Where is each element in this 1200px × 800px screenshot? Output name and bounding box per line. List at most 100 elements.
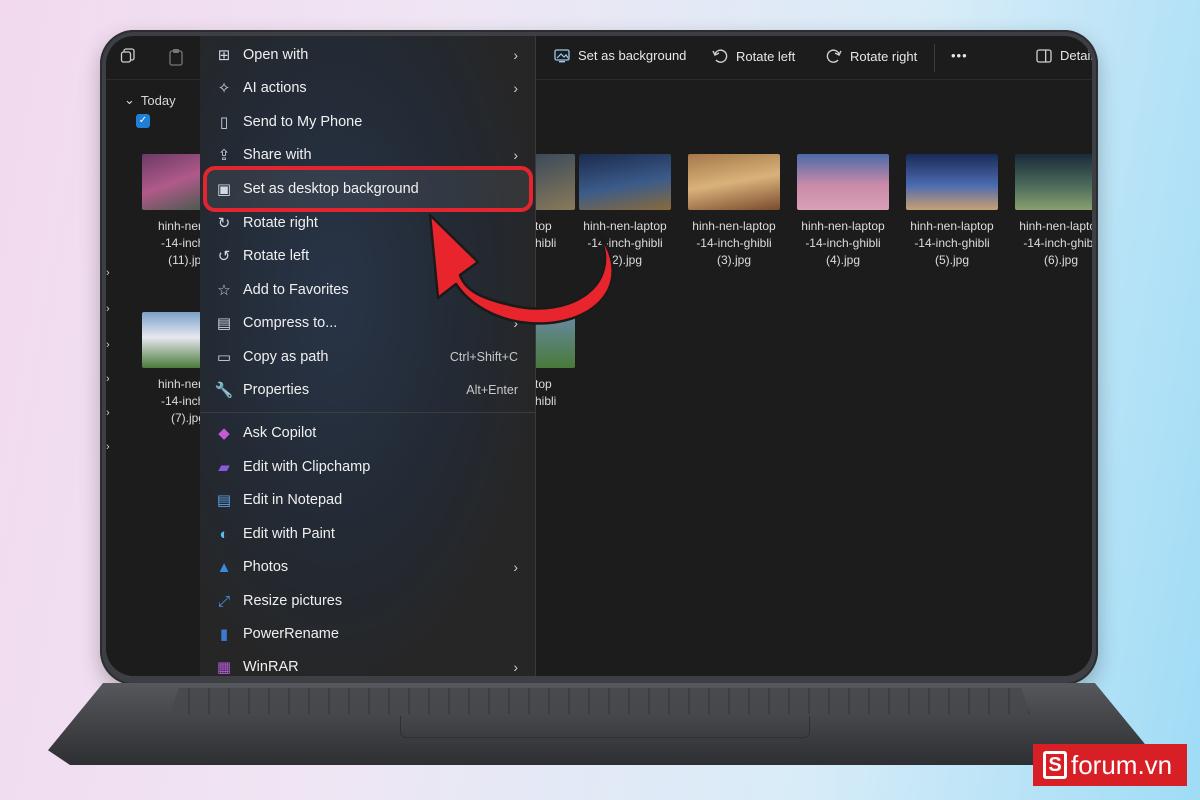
rotate-left-icon	[712, 49, 728, 63]
paste-icon[interactable]	[168, 48, 184, 66]
menu-item-label: Rotate right	[243, 215, 318, 231]
rotate-left-button[interactable]: Rotate left	[712, 48, 795, 64]
menu-item-label: Properties	[243, 382, 310, 398]
file-tile[interactable]: hinh-nen-laptop -14-inch-ghibli (5).jpg	[902, 154, 1002, 269]
resize-icon: ⤢	[217, 592, 230, 610]
menu-item-add-to-favorites[interactable]: ☆ Add to Favorites	[200, 273, 536, 307]
menu-item-rotate-left[interactable]: ↺ Rotate left	[200, 239, 536, 273]
menu-item-winrar[interactable]: ▦ WinRAR ›	[200, 650, 536, 684]
menu-item-photos[interactable]: ▲ Photos ›	[200, 550, 536, 584]
menu-item-label: Resize pictures	[243, 593, 343, 609]
menu-item-label: Rotate left	[243, 248, 310, 264]
menu-item-label: Compress to...	[243, 315, 338, 331]
shortcut-label: Ctrl+Shift+C	[449, 350, 518, 364]
file-name: hinh-nen-laptop -14-inch-ghibli (6).jpg	[1019, 219, 1092, 267]
chevron-right-icon: ›	[513, 47, 518, 63]
menu-item-edit-in-notepad[interactable]: ▤ Edit in Notepad	[200, 483, 536, 517]
rotate-right-icon	[826, 49, 842, 63]
details-pane-label: Details	[1060, 48, 1092, 63]
file-name: hinh-nen-laptop -14-inch-ghibli (3).jpg	[692, 219, 776, 267]
copy-path-icon: ▭	[216, 349, 232, 366]
sparkle-icon: ✧	[217, 80, 231, 97]
compress-icon: ▤	[216, 315, 232, 332]
more-options-icon[interactable]: •••	[951, 48, 968, 63]
group-header-label: Today	[140, 92, 176, 108]
laptop-keyboard	[170, 688, 1030, 714]
file-tile[interactable]: hinh-nen-laptop -14-inch-ghibli (2).jpg	[575, 154, 675, 269]
group-header-today[interactable]: ⌄ Today	[124, 92, 176, 108]
chevron-right-icon: ›	[513, 147, 518, 163]
rotate-left-label: Rotate left	[736, 48, 796, 64]
details-pane-icon	[1036, 48, 1052, 63]
chevron-right-icon[interactable]: ›	[106, 303, 110, 315]
chevron-right-icon[interactable]: ›	[106, 339, 110, 351]
menu-item-send-to-phone[interactable]: ▯ Send to My Phone	[200, 105, 536, 139]
thumbnail-image	[579, 154, 671, 210]
menu-item-label: Send to My Phone	[243, 114, 363, 130]
menu-divider	[200, 412, 536, 413]
menu-item-label: Add to Favorites	[243, 282, 349, 298]
shortcut-label: Alt+Enter	[466, 383, 518, 397]
laptop-touchpad	[400, 716, 810, 738]
set-as-background-button[interactable]: Set as background	[554, 48, 686, 63]
set-background-icon	[554, 48, 570, 62]
photos-icon: ▲	[216, 558, 232, 576]
menu-item-label: AI actions	[243, 80, 307, 96]
menu-item-copy-as-path[interactable]: ▭ Copy as path Ctrl+Shift+C	[200, 340, 536, 374]
copy-icon[interactable]	[120, 48, 136, 64]
selected-checkbox[interactable]: ✓	[136, 114, 150, 128]
thumbnail-image	[797, 154, 889, 210]
chevron-right-icon[interactable]: ›	[106, 267, 110, 279]
set-as-background-label: Set as background	[578, 48, 687, 63]
paint-icon: ◐	[219, 525, 229, 543]
wrench-icon: 🔧	[214, 382, 234, 399]
file-name: hinh-nen-laptop -14-inch-ghibli (2).jpg	[583, 219, 667, 267]
context-menu: ⊞ Open with › ✧ AI actions › ▯ Send to M…	[200, 36, 536, 676]
rotate-right-label: Rotate right	[850, 48, 918, 64]
menu-item-label: Open with	[243, 47, 309, 63]
rotate-right-icon: ↻	[217, 215, 231, 232]
chevron-right-icon: ›	[513, 315, 518, 331]
file-tile[interactable]: hinh-nen-laptop -14-inch-ghibli (6).jpg	[1011, 154, 1092, 269]
chevron-right-icon: ›	[513, 80, 518, 96]
file-tile[interactable]: hinh-nen-laptop -14-inch-ghibli (4).jpg	[793, 154, 893, 269]
open-with-icon: ⊞	[217, 47, 231, 64]
file-name: hinh-nen-laptop -14-inch-ghibli (4).jpg	[801, 219, 885, 267]
file-tile[interactable]: hinh-nen-laptop -14-inch-ghibli (3).jpg	[684, 154, 784, 269]
menu-item-ask-copilot[interactable]: ◆ Ask Copilot	[200, 416, 536, 450]
menu-item-powerrename[interactable]: ▮ PowerRename	[200, 617, 536, 651]
menu-item-edit-with-paint[interactable]: ◐ Edit with Paint	[200, 517, 536, 551]
powerrename-icon: ▮	[219, 626, 229, 643]
rotate-left-icon: ↺	[217, 248, 231, 265]
menu-item-compress-to[interactable]: ▤ Compress to... ›	[200, 306, 536, 340]
chevron-right-icon: ›	[513, 659, 518, 675]
thumbnail-image	[1015, 154, 1092, 210]
chevron-right-icon[interactable]: ›	[106, 407, 110, 419]
chevron-right-icon[interactable]: ›	[106, 373, 110, 385]
toolbar-divider	[934, 44, 935, 72]
thumbnail-image	[906, 154, 998, 210]
chevron-right-icon[interactable]: ›	[106, 441, 110, 453]
menu-item-edit-with-clipchamp[interactable]: ▰ Edit with Clipchamp	[200, 450, 536, 484]
menu-item-label: WinRAR	[243, 659, 299, 675]
menu-item-label: Share with	[243, 147, 312, 163]
menu-item-resize-pictures[interactable]: ⤢ Resize pictures	[200, 584, 536, 618]
menu-item-label: Edit with Clipchamp	[243, 459, 371, 475]
chevron-right-icon: ›	[513, 559, 518, 575]
menu-item-label: PowerRename	[243, 626, 339, 642]
menu-item-open-with[interactable]: ⊞ Open with ›	[200, 38, 536, 72]
logo-mark: S	[1043, 751, 1067, 779]
navigation-pane: › › › › › ›	[106, 81, 136, 676]
details-pane-button[interactable]: Details	[1036, 48, 1092, 63]
copilot-icon: ◆	[218, 425, 230, 442]
menu-item-label: Edit with Paint	[243, 526, 335, 542]
menu-item-label: Copy as path	[243, 349, 329, 365]
share-icon: ⇪	[217, 147, 231, 164]
notepad-icon: ▤	[216, 492, 232, 509]
rotate-right-button[interactable]: Rotate right	[826, 48, 917, 64]
logo-text: forum.vn	[1071, 749, 1173, 780]
winrar-icon: ▦	[216, 659, 232, 676]
chevron-down-icon: ⌄	[124, 92, 135, 107]
menu-item-properties[interactable]: 🔧 Properties Alt+Enter	[200, 373, 536, 407]
menu-item-ai-actions[interactable]: ✧ AI actions ›	[200, 71, 536, 105]
